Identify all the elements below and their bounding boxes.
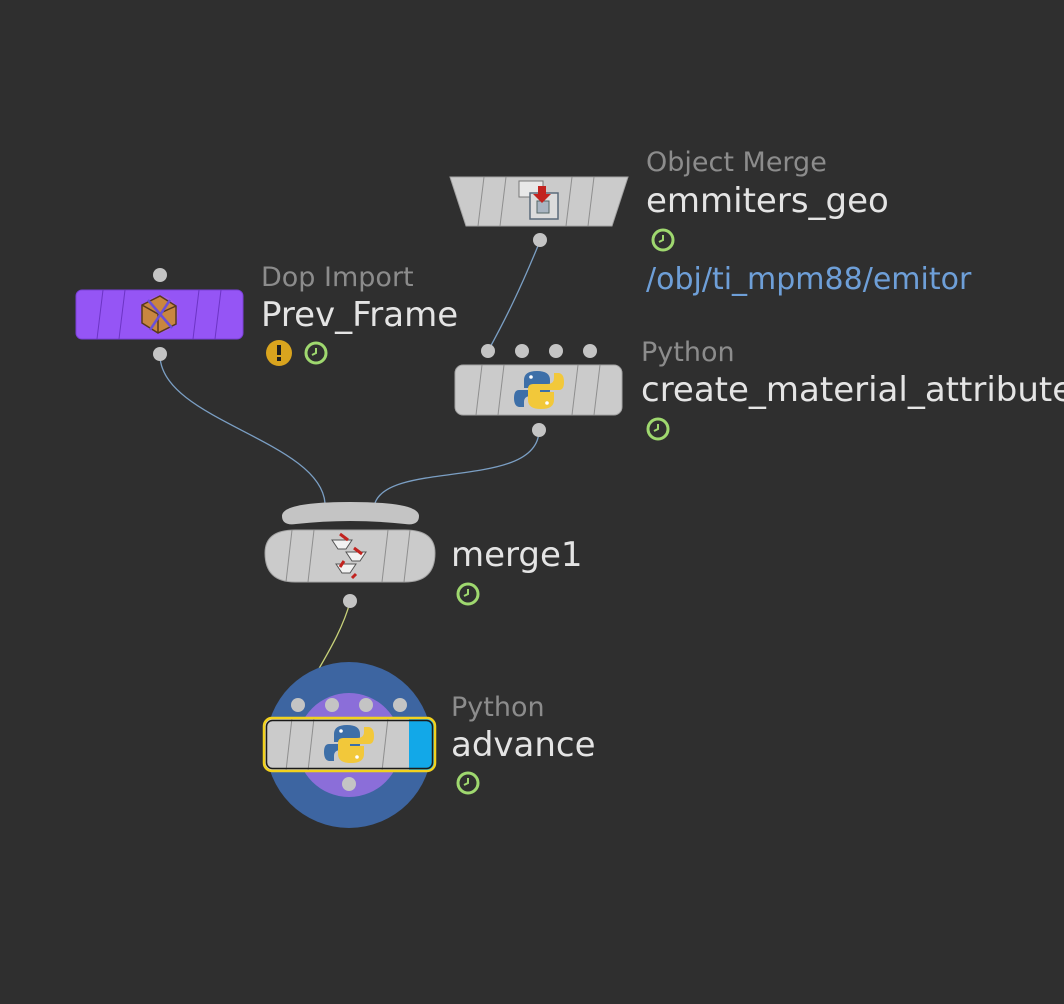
input-port-1[interactable] xyxy=(481,344,495,358)
input-port-1[interactable] xyxy=(291,698,305,712)
node-merge1[interactable] xyxy=(264,502,436,608)
input-port-2[interactable] xyxy=(325,698,339,712)
node-name-emmiters-geo[interactable]: emmiters_geo xyxy=(646,184,889,218)
node-type-label-prev-frame: Dop Import xyxy=(261,262,414,293)
node-type-label-create-material-attribute: Python xyxy=(641,337,735,368)
node-prev-frame[interactable] xyxy=(75,268,244,361)
time-dependent-icon xyxy=(646,417,670,441)
output-port[interactable] xyxy=(533,233,547,247)
time-dependent-icon xyxy=(304,341,328,365)
output-port[interactable] xyxy=(532,423,546,437)
output-port[interactable] xyxy=(153,347,167,361)
node-type-label-emmiters-geo: Object Merge xyxy=(646,147,827,178)
node-emmiters-geo[interactable] xyxy=(449,176,629,247)
node-advance[interactable] xyxy=(262,662,437,828)
wire-create-material-to-merge[interactable] xyxy=(374,429,540,504)
node-name-create-material-attribute[interactable]: create_material_attribute xyxy=(641,373,1064,407)
time-dependent-icon xyxy=(456,771,480,795)
input-port-3[interactable] xyxy=(359,698,373,712)
output-port[interactable] xyxy=(342,777,356,791)
object-path-link[interactable]: /obj/ti_mpm88/emitor xyxy=(646,265,971,295)
node-name-merge1[interactable]: merge1 xyxy=(451,538,583,572)
output-port[interactable] xyxy=(343,594,357,608)
node-network-canvas[interactable] xyxy=(0,0,1064,1004)
input-port-4[interactable] xyxy=(393,698,407,712)
warning-icon xyxy=(266,340,292,366)
input-port[interactable] xyxy=(153,268,167,282)
time-dependent-icon xyxy=(456,582,480,606)
input-port-2[interactable] xyxy=(515,344,529,358)
wire-prevframe-to-merge[interactable] xyxy=(159,354,326,504)
input-port-4[interactable] xyxy=(583,344,597,358)
time-dependent-icon xyxy=(651,228,675,252)
node-create-material-attribute[interactable] xyxy=(454,344,623,437)
node-name-prev-frame[interactable]: Prev_Frame xyxy=(261,298,458,332)
wire-emmiters-to-create-material[interactable] xyxy=(487,240,541,352)
node-name-advance[interactable]: advance xyxy=(451,728,596,762)
input-port-3[interactable] xyxy=(549,344,563,358)
merge-input-bar[interactable] xyxy=(282,502,419,525)
node-type-label-advance: Python xyxy=(451,692,545,723)
